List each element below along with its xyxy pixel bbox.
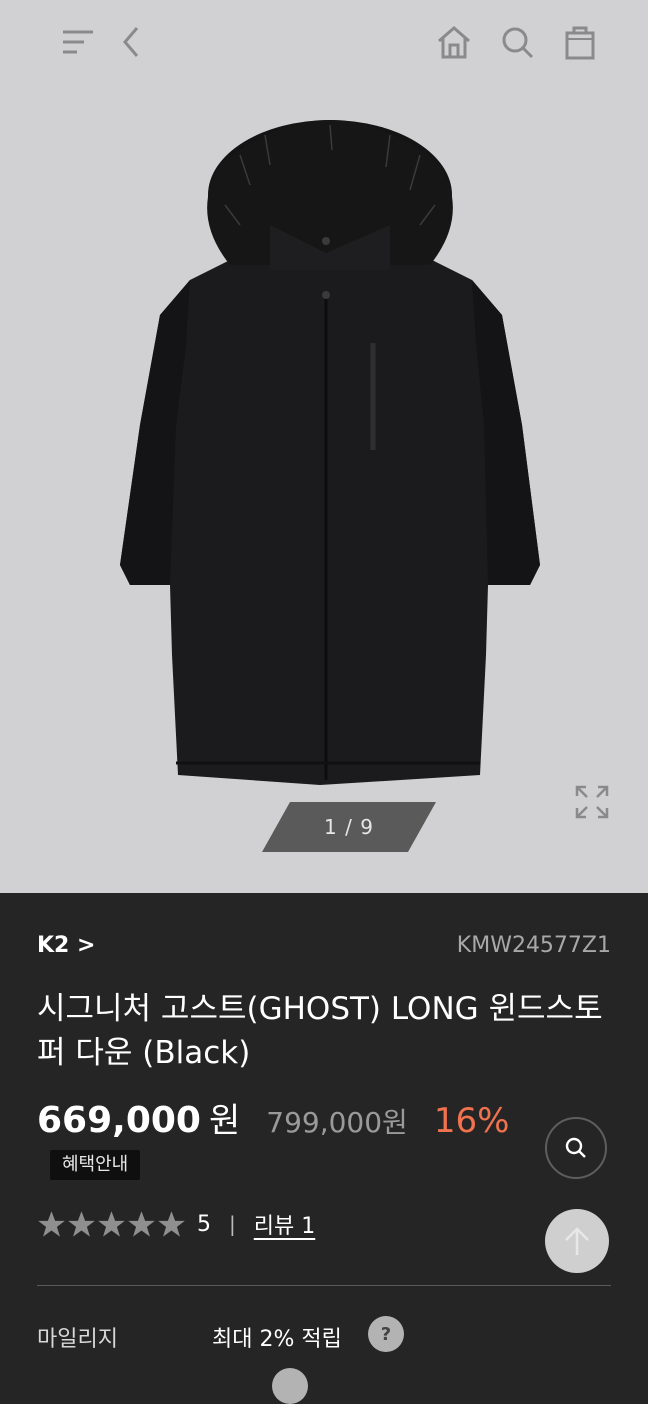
help-icon[interactable] xyxy=(272,1368,308,1404)
mileage-value: 최대 2% 적립 xyxy=(212,1327,342,1352)
help-icon[interactable]: ? xyxy=(368,1316,404,1352)
shopping-bag-icon[interactable] xyxy=(560,22,600,62)
star-rating xyxy=(37,1210,187,1239)
star-icon xyxy=(158,1210,185,1237)
discount-rate: 16% xyxy=(433,1101,510,1141)
price-unit: 원 xyxy=(208,1101,241,1141)
image-pager: 1 / 9 xyxy=(262,802,436,852)
top-navigation-bar xyxy=(0,0,648,86)
price-row: 669,000 원 799,000원 16% xyxy=(37,1093,510,1141)
product-gallery[interactable]: 1 / 9 xyxy=(0,0,648,893)
original-price: 799,000원 xyxy=(266,1106,408,1139)
brand-link[interactable]: K2 > xyxy=(37,933,95,958)
scroll-top-button[interactable] xyxy=(545,1209,609,1273)
section-divider xyxy=(37,1285,611,1286)
rating-separator: | xyxy=(229,1212,236,1236)
search-icon xyxy=(565,1137,586,1158)
star-icon xyxy=(38,1210,65,1237)
menu-icon[interactable] xyxy=(58,22,98,62)
floating-search-button[interactable] xyxy=(545,1117,607,1179)
product-image[interactable] xyxy=(90,95,570,795)
star-icon xyxy=(68,1210,95,1237)
product-code: KMW24577Z1 xyxy=(456,933,611,958)
star-icon xyxy=(98,1210,125,1237)
rating-score: 5 xyxy=(197,1211,211,1237)
search-icon[interactable] xyxy=(497,22,537,62)
sale-price: 669,000 xyxy=(37,1100,201,1141)
pager-text: 1 / 9 xyxy=(324,815,374,839)
benefit-info-button[interactable]: 혜택안내 xyxy=(50,1150,141,1180)
arrow-up-icon xyxy=(565,1227,589,1255)
mileage-label: 마일리지 xyxy=(37,1327,118,1352)
back-icon[interactable] xyxy=(112,22,152,62)
product-title: 시그니처 고스트(GHOST) LONG 윈드스토퍼 다운 (Black) xyxy=(37,991,603,1071)
star-icon xyxy=(128,1210,155,1237)
expand-icon[interactable] xyxy=(570,780,614,824)
product-info-panel: K2 > KMW24577Z1 시그니처 고스트(GHOST) LONG 윈드스… xyxy=(0,893,648,1404)
home-icon[interactable] xyxy=(434,22,474,62)
rating-row: 5 | 리뷰 1 xyxy=(37,1207,315,1241)
review-link[interactable]: 리뷰 1 xyxy=(254,1208,315,1240)
